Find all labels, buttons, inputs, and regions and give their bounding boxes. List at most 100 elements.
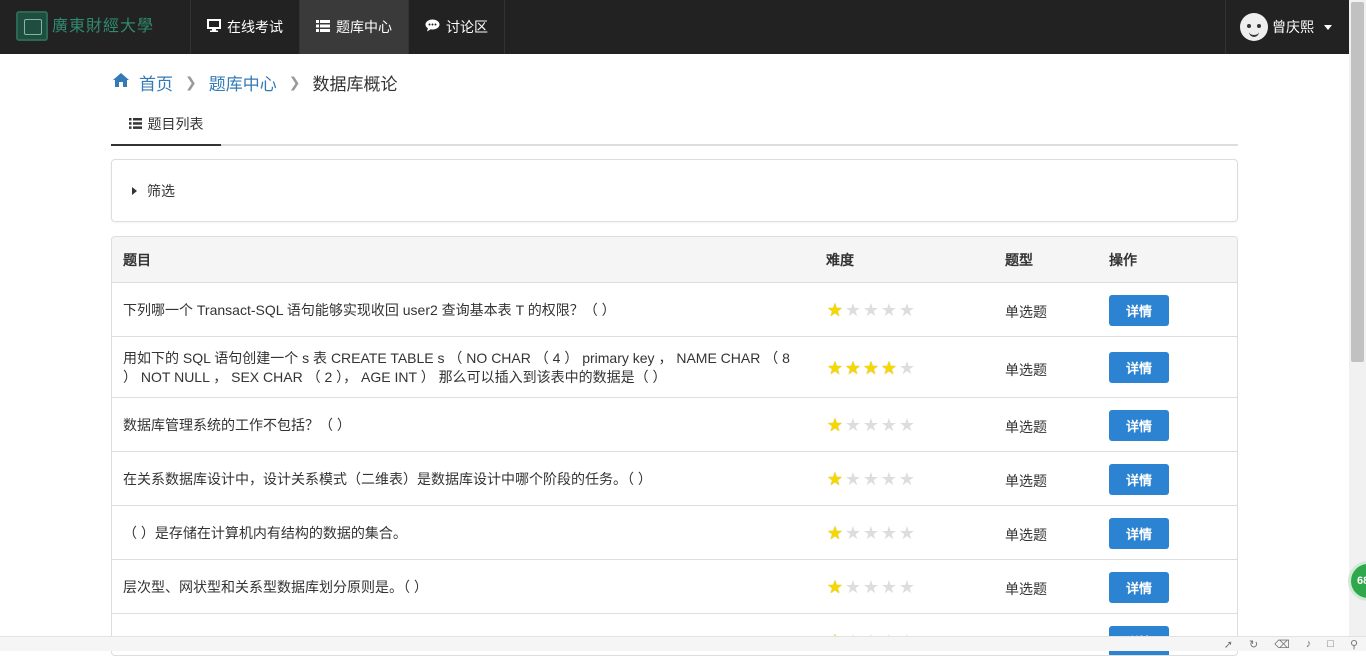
table-row: 下列哪一个 Transact-SQL 语句能够实现收回 user2 查询基本表 …: [112, 283, 1237, 337]
table-row: （ ）是存储在计算机内有结构的数据的集合。★★★★★单选题详情: [112, 506, 1237, 560]
star-empty-icon: ★: [844, 470, 862, 488]
details-button[interactable]: 详情: [1109, 410, 1169, 441]
question-type: 单选题: [1005, 525, 1047, 545]
star-empty-icon: ★: [880, 470, 898, 488]
user-menu[interactable]: 曾庆熙: [1225, 0, 1349, 54]
avatar: [1240, 13, 1268, 41]
difficulty-stars: ★★★★★: [826, 301, 916, 319]
browser-status-bar: ➚ ↻ ⌫ ♪ □ ⚲: [0, 636, 1366, 651]
trash-icon[interactable]: ⌫: [1274, 638, 1290, 651]
question-type: 单选题: [1005, 579, 1047, 599]
logo-text: 廣東財經大學: [52, 18, 154, 34]
nav-item-question-bank[interactable]: 题库中心: [299, 0, 408, 54]
chevron-right-icon: ❯: [289, 74, 301, 91]
star-empty-icon: ★: [880, 416, 898, 434]
star-filled-icon: ★: [826, 470, 844, 488]
university-logo[interactable]: 廣東財經大學: [16, 10, 171, 42]
table-row: 数据库管理系统的工作不包括？（ ）★★★★★单选题详情: [112, 398, 1237, 452]
star-empty-icon: ★: [844, 524, 862, 542]
status-icons: ➚ ↻ ⌫ ♪ □ ⚲: [1224, 638, 1358, 651]
star-filled-icon: ★: [844, 359, 862, 377]
star-filled-icon: ★: [880, 359, 898, 377]
breadcrumb: 首页 ❯ 题库中心 ❯ 数据库概论: [113, 70, 397, 95]
badge-value: 68: [1357, 575, 1366, 587]
nav-item-online-exam[interactable]: 在线考试: [190, 0, 299, 54]
question-type: 单选题: [1005, 302, 1047, 322]
details-button[interactable]: 详情: [1109, 572, 1169, 603]
star-filled-icon: ★: [826, 301, 844, 319]
chevron-right-icon: ❯: [185, 74, 197, 91]
breadcrumb-current: 数据库概论: [312, 70, 397, 95]
star-filled-icon: ★: [826, 524, 844, 542]
table-row: 用如下的 SQL 语句创建一个 s 表 CREATE TABLE s （ NO …: [112, 337, 1237, 398]
zoom-icon[interactable]: ⚲: [1350, 638, 1358, 651]
details-button[interactable]: 详情: [1109, 352, 1169, 383]
details-button[interactable]: 详情: [1109, 464, 1169, 495]
user-name: 曾庆熙: [1272, 17, 1314, 37]
star-empty-icon: ★: [898, 578, 916, 596]
star-empty-icon: ★: [862, 416, 880, 434]
breadcrumb-home-link[interactable]: 首页: [139, 70, 173, 95]
star-empty-icon: ★: [844, 416, 862, 434]
question-text: 用如下的 SQL 语句创建一个 s 表 CREATE TABLE s （ NO …: [123, 349, 803, 387]
nav-item-discussion[interactable]: 讨论区: [408, 0, 505, 54]
list-icon: [129, 116, 142, 132]
column-header-action: 操作: [1109, 250, 1137, 270]
details-button[interactable]: 详情: [1109, 295, 1169, 326]
star-empty-icon: ★: [862, 301, 880, 319]
star-filled-icon: ★: [826, 578, 844, 596]
star-empty-icon: ★: [880, 524, 898, 542]
window-icon[interactable]: □: [1327, 638, 1334, 651]
home-icon: [113, 73, 129, 92]
speaker-icon[interactable]: ♪: [1306, 638, 1312, 651]
star-empty-icon: ★: [844, 578, 862, 596]
column-header-type: 题型: [1005, 250, 1033, 270]
table-body: 下列哪一个 Transact-SQL 语句能够实现收回 user2 查询基本表 …: [112, 283, 1237, 656]
tab-bar: 题目列表: [111, 104, 1238, 146]
nav-label: 题库中心: [336, 17, 392, 37]
monitor-icon: [207, 19, 221, 35]
filter-panel[interactable]: 筛选: [111, 159, 1238, 222]
star-empty-icon: ★: [880, 578, 898, 596]
caret-down-icon: [1324, 25, 1332, 30]
star-filled-icon: ★: [826, 416, 844, 434]
question-text: （ ）是存储在计算机内有结构的数据的集合。: [123, 524, 803, 543]
difficulty-stars: ★★★★★: [826, 416, 916, 434]
column-header-question: 题目: [123, 250, 151, 270]
scrollbar-thumb[interactable]: [1351, 2, 1364, 362]
difficulty-stars: ★★★★★: [826, 524, 916, 542]
breadcrumb-section-link[interactable]: 题库中心: [209, 70, 277, 95]
tab-question-list[interactable]: 题目列表: [111, 104, 221, 146]
caret-right-icon: [132, 187, 137, 195]
nav-label: 在线考试: [227, 17, 283, 37]
star-empty-icon: ★: [898, 470, 916, 488]
star-filled-icon: ★: [826, 359, 844, 377]
filter-label: 筛选: [147, 181, 175, 201]
tab-label: 题目列表: [148, 114, 204, 134]
refresh-icon[interactable]: ↻: [1249, 638, 1258, 651]
star-empty-icon: ★: [844, 301, 862, 319]
list-icon: [316, 19, 330, 35]
rocket-icon[interactable]: ➚: [1224, 638, 1233, 651]
question-table: 题目 难度 题型 操作 下列哪一个 Transact-SQL 语句能够实现收回 …: [111, 236, 1238, 656]
nav-label: 讨论区: [446, 17, 488, 37]
star-empty-icon: ★: [898, 524, 916, 542]
table-row: 层次型、网状型和关系型数据库划分原则是。（ ）★★★★★单选题详情: [112, 560, 1237, 614]
table-row: 在关系数据库设计中，设计关系模式（二维表）是数据库设计中哪个阶段的任务。（ ）★…: [112, 452, 1237, 506]
main-nav: 在线考试 题库中心 讨论区: [190, 0, 505, 54]
star-empty-icon: ★: [880, 301, 898, 319]
table-header: 题目 难度 题型 操作: [112, 237, 1237, 283]
question-text: 层次型、网状型和关系型数据库划分原则是。（ ）: [123, 578, 803, 597]
details-button[interactable]: 详情: [1109, 518, 1169, 549]
question-text: 数据库管理系统的工作不包括？（ ）: [123, 416, 803, 435]
difficulty-stars: ★★★★★: [826, 359, 916, 377]
column-header-difficulty: 难度: [826, 250, 854, 270]
top-navbar: 廣東財經大學 在线考试 题库中心 讨论区 曾庆熙: [0, 0, 1349, 54]
star-filled-icon: ★: [862, 359, 880, 377]
difficulty-stars: ★★★★★: [826, 470, 916, 488]
star-empty-icon: ★: [862, 470, 880, 488]
star-empty-icon: ★: [862, 524, 880, 542]
star-empty-icon: ★: [862, 578, 880, 596]
question-type: 单选题: [1005, 471, 1047, 491]
star-empty-icon: ★: [898, 301, 916, 319]
